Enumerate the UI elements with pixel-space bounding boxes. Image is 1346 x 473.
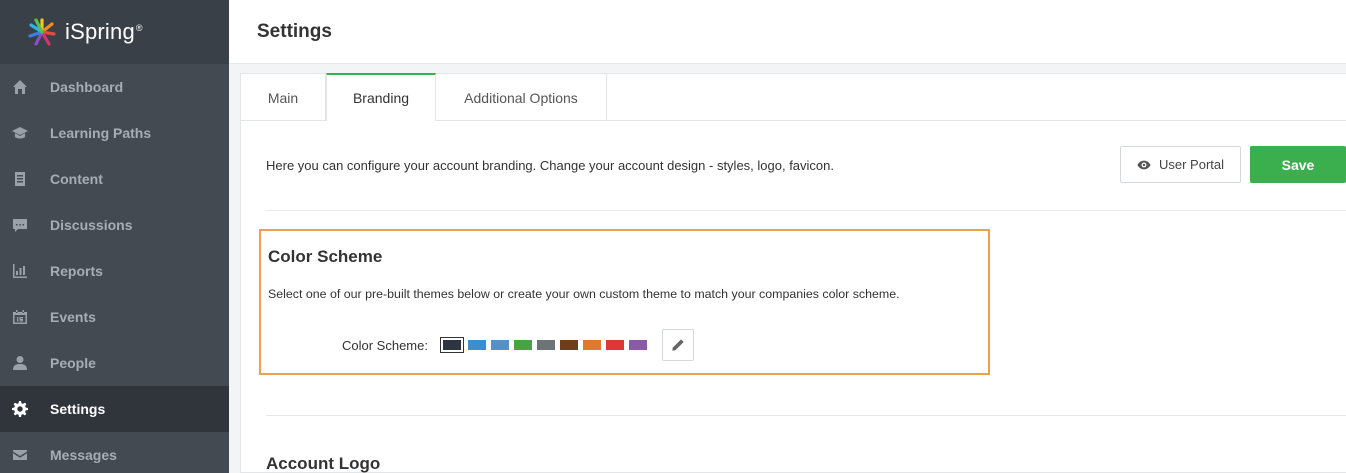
- color-scheme-label: Color Scheme:: [342, 337, 428, 353]
- sidebar-item-label: Settings: [50, 401, 106, 417]
- sidebar-item-label: People: [50, 355, 96, 371]
- envelope-icon: [11, 446, 29, 464]
- edit-color-scheme-button[interactable]: [661, 329, 694, 361]
- sidebar: iSpring® Dashboard Learning Paths Conten…: [0, 0, 229, 473]
- sidebar-item-people[interactable]: People: [0, 340, 229, 386]
- page-header: Settings: [229, 0, 1346, 64]
- settings-card: Main Branding Additional Options Here yo…: [240, 73, 1346, 473]
- color-scheme-description: Select one of our pre-built themes below…: [268, 287, 900, 301]
- color-swatch-1[interactable]: [439, 337, 464, 353]
- sidebar-item-discussions[interactable]: Discussions: [0, 202, 229, 248]
- sidebar-item-label: Learning Paths: [50, 125, 152, 141]
- color-swatch-4[interactable]: [513, 340, 532, 350]
- color-scheme-section: Color Scheme Select one of our pre-built…: [259, 229, 990, 375]
- brand-name: iSpring: [65, 19, 135, 44]
- sidebar-item-content[interactable]: Content: [0, 156, 229, 202]
- color-scheme-title: Color Scheme: [268, 247, 383, 266]
- sidebar-item-dashboard[interactable]: Dashboard: [0, 64, 229, 110]
- color-swatches: [439, 337, 652, 353]
- sidebar-item-label: Events: [50, 309, 96, 325]
- color-scheme-row: Color Scheme:: [342, 329, 694, 361]
- chat-icon: [11, 216, 29, 234]
- sidebar-item-settings[interactable]: Settings: [0, 386, 229, 432]
- graduation-cap-icon: [11, 124, 29, 142]
- tab-additional-options[interactable]: Additional Options: [436, 74, 607, 121]
- section-divider: [266, 415, 1346, 416]
- tab-branding[interactable]: Branding: [326, 73, 436, 122]
- color-swatch-6[interactable]: [559, 340, 578, 350]
- tab-bar: Main Branding Additional Options: [241, 73, 1346, 122]
- calendar-icon: [11, 308, 29, 326]
- tab-main[interactable]: Main: [241, 74, 326, 121]
- color-swatch-7[interactable]: [582, 340, 601, 350]
- sidebar-item-label: Reports: [50, 263, 103, 279]
- sidebar-nav: Dashboard Learning Paths Content Discuss…: [0, 64, 229, 473]
- pencil-icon: [672, 339, 684, 351]
- page-title: Settings: [257, 20, 332, 42]
- branding-intro: Here you can configure your account bran…: [266, 122, 1346, 211]
- sidebar-item-messages[interactable]: Messages: [0, 432, 229, 473]
- color-swatch-3[interactable]: [490, 340, 509, 350]
- eye-icon: [1137, 160, 1151, 169]
- color-swatch-9[interactable]: [628, 340, 647, 350]
- brand-logo[interactable]: iSpring®: [0, 0, 229, 64]
- user-portal-button[interactable]: User Portal: [1120, 146, 1241, 183]
- sidebar-item-reports[interactable]: Reports: [0, 248, 229, 294]
- color-swatch-8[interactable]: [605, 340, 624, 350]
- color-swatch-5[interactable]: [536, 340, 555, 350]
- save-button[interactable]: Save: [1250, 146, 1346, 183]
- sidebar-item-learning-paths[interactable]: Learning Paths: [0, 110, 229, 156]
- branding-description: Here you can configure your account bran…: [266, 158, 835, 173]
- ispring-logo-icon: [28, 18, 56, 46]
- person-icon: [11, 354, 29, 372]
- sidebar-item-label: Content: [50, 171, 103, 187]
- home-icon: [11, 78, 29, 96]
- bar-chart-icon: [11, 262, 29, 280]
- document-icon: [11, 170, 29, 188]
- color-swatch-2[interactable]: [467, 340, 486, 350]
- sidebar-item-label: Messages: [50, 447, 117, 463]
- account-logo-title: Account Logo: [266, 454, 381, 473]
- brand-trademark: ®: [135, 22, 143, 33]
- sidebar-item-events[interactable]: Events: [0, 294, 229, 340]
- main-area: Settings Main Branding Additional Option…: [229, 0, 1346, 473]
- sidebar-item-label: Discussions: [50, 217, 133, 233]
- sidebar-item-label: Dashboard: [50, 79, 124, 95]
- gear-icon: [11, 400, 29, 418]
- user-portal-label: User Portal: [1158, 157, 1225, 172]
